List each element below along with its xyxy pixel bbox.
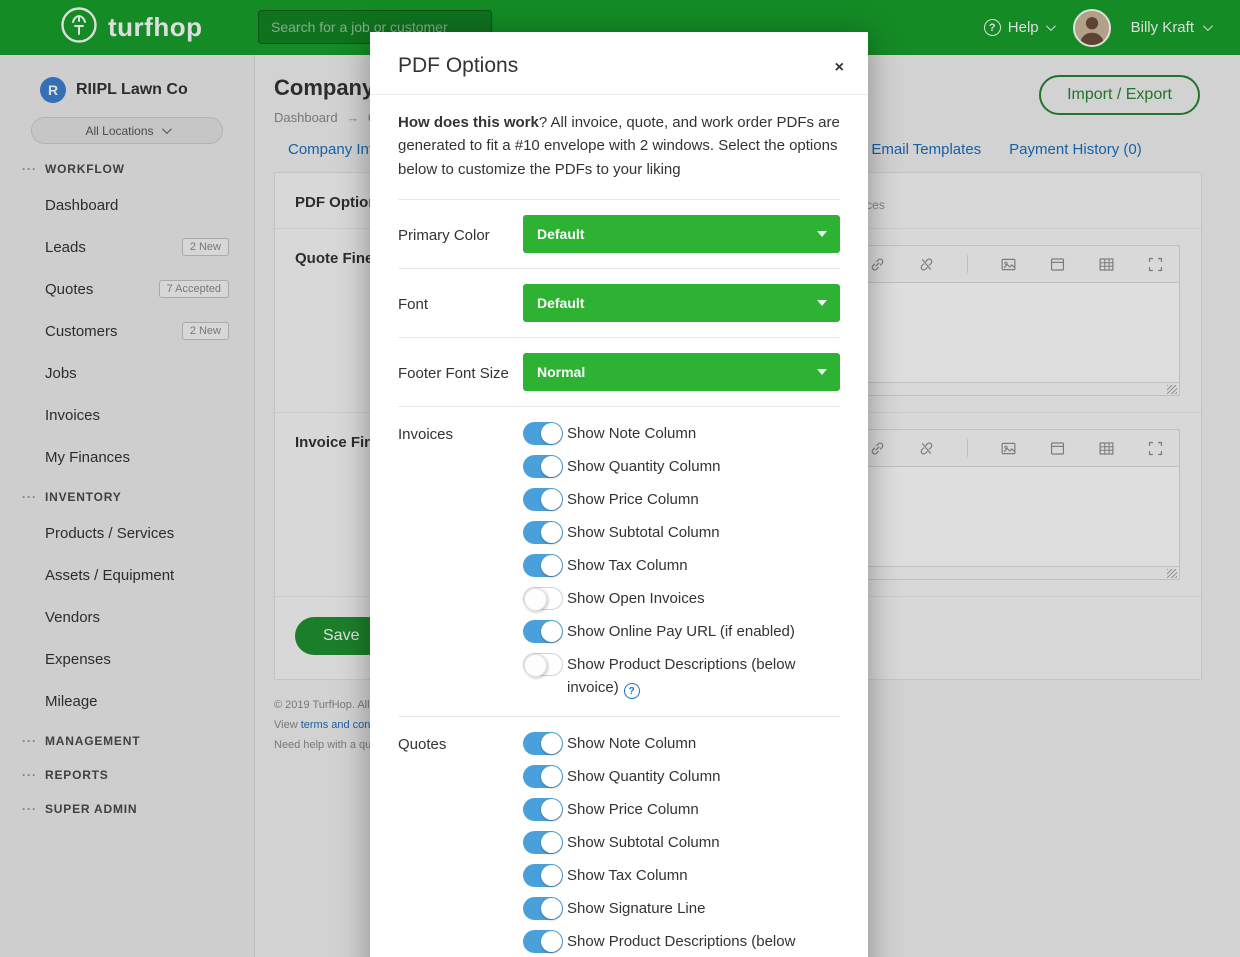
toggle-row: Show Subtotal Column (523, 521, 840, 544)
toggle-switch[interactable] (523, 620, 563, 643)
modal-title: PDF Options (398, 54, 518, 78)
font-label: Font (398, 284, 523, 322)
invoices-group: Invoices Show Note Column Show Quantity … (398, 407, 840, 718)
toggle-label: Show Price Column (567, 488, 699, 511)
toggle-label: Show Signature Line (567, 897, 705, 920)
toggle-switch[interactable] (523, 422, 563, 445)
toggle-switch[interactable] (523, 732, 563, 755)
selected-value: Default (537, 226, 584, 242)
toggle-row: Show Tax Column (523, 554, 840, 577)
toggle-label: Show Product Descriptions (below invoice… (567, 656, 795, 696)
toggle-row: Show Product Descriptions (below invoice… (523, 653, 840, 700)
toggle-label: Show Subtotal Column (567, 831, 720, 854)
toggle-label: Show Note Column (567, 732, 696, 755)
toggle-row: Show Subtotal Column (523, 831, 840, 854)
toggle-row: Show Quantity Column (523, 455, 840, 478)
toggle-label: Show Price Column (567, 798, 699, 821)
invoices-group-label: Invoices (398, 422, 523, 702)
font-row: Font Default (398, 269, 840, 338)
toggle-switch[interactable] (523, 798, 563, 821)
toggle-label: Show Tax Column (567, 864, 688, 887)
quotes-group: Quotes Show Note Column Show Quantity Co… (398, 717, 840, 957)
toggle-label: Show Quantity Column (567, 765, 720, 788)
toggle-row: Show Online Pay URL (if enabled) (523, 620, 840, 643)
toggle-label: Show Product Descriptions (below quote) (567, 933, 795, 957)
close-icon[interactable]: × (835, 60, 844, 76)
toggle-switch[interactable] (523, 521, 563, 544)
toggle-label: Show Subtotal Column (567, 521, 720, 544)
toggle-switch[interactable] (523, 864, 563, 887)
toggle-switch[interactable] (523, 455, 563, 478)
toggle-switch[interactable] (523, 765, 563, 788)
toggle-switch[interactable] (523, 587, 563, 610)
toggle-switch[interactable] (523, 831, 563, 854)
toggle-row: Show Note Column (523, 732, 840, 755)
help-question-icon[interactable]: ? (624, 683, 640, 699)
toggle-switch[interactable] (523, 554, 563, 577)
toggle-switch[interactable] (523, 653, 563, 676)
toggle-label: Show Quantity Column (567, 455, 720, 478)
toggle-row: Show Price Column (523, 488, 840, 511)
footer-font-size-label: Footer Font Size (398, 353, 523, 391)
pdf-options-modal: PDF Options × How does this work? All in… (370, 32, 868, 957)
font-select[interactable]: Default (523, 284, 840, 322)
toggle-row: Show Signature Line (523, 897, 840, 920)
selected-value: Default (537, 295, 584, 311)
primary-color-row: Primary Color Default (398, 200, 840, 269)
toggle-row: Show Price Column (523, 798, 840, 821)
primary-color-select[interactable]: Default (523, 215, 840, 253)
toggle-switch[interactable] (523, 930, 563, 953)
toggle-switch[interactable] (523, 488, 563, 511)
toggle-label: Show Open Invoices (567, 587, 705, 610)
primary-color-label: Primary Color (398, 215, 523, 253)
selected-value: Normal (537, 364, 585, 380)
intro-bold: How does this work (398, 114, 539, 131)
footer-font-size-select[interactable]: Normal (523, 353, 840, 391)
toggle-switch[interactable] (523, 897, 563, 920)
toggle-label: Show Online Pay URL (if enabled) (567, 620, 795, 643)
toggle-row: Show Quantity Column (523, 765, 840, 788)
toggle-row: Show Tax Column (523, 864, 840, 887)
toggle-label: Show Tax Column (567, 554, 688, 577)
quotes-group-label: Quotes (398, 732, 523, 957)
toggle-row: Show Product Descriptions (below quote) … (523, 930, 840, 957)
toggle-row: Show Note Column (523, 422, 840, 445)
toggle-row: Show Open Invoices (523, 587, 840, 610)
toggle-label: Show Note Column (567, 422, 696, 445)
footer-font-size-row: Footer Font Size Normal (398, 338, 840, 407)
modal-intro: How does this work? All invoice, quote, … (398, 95, 840, 200)
